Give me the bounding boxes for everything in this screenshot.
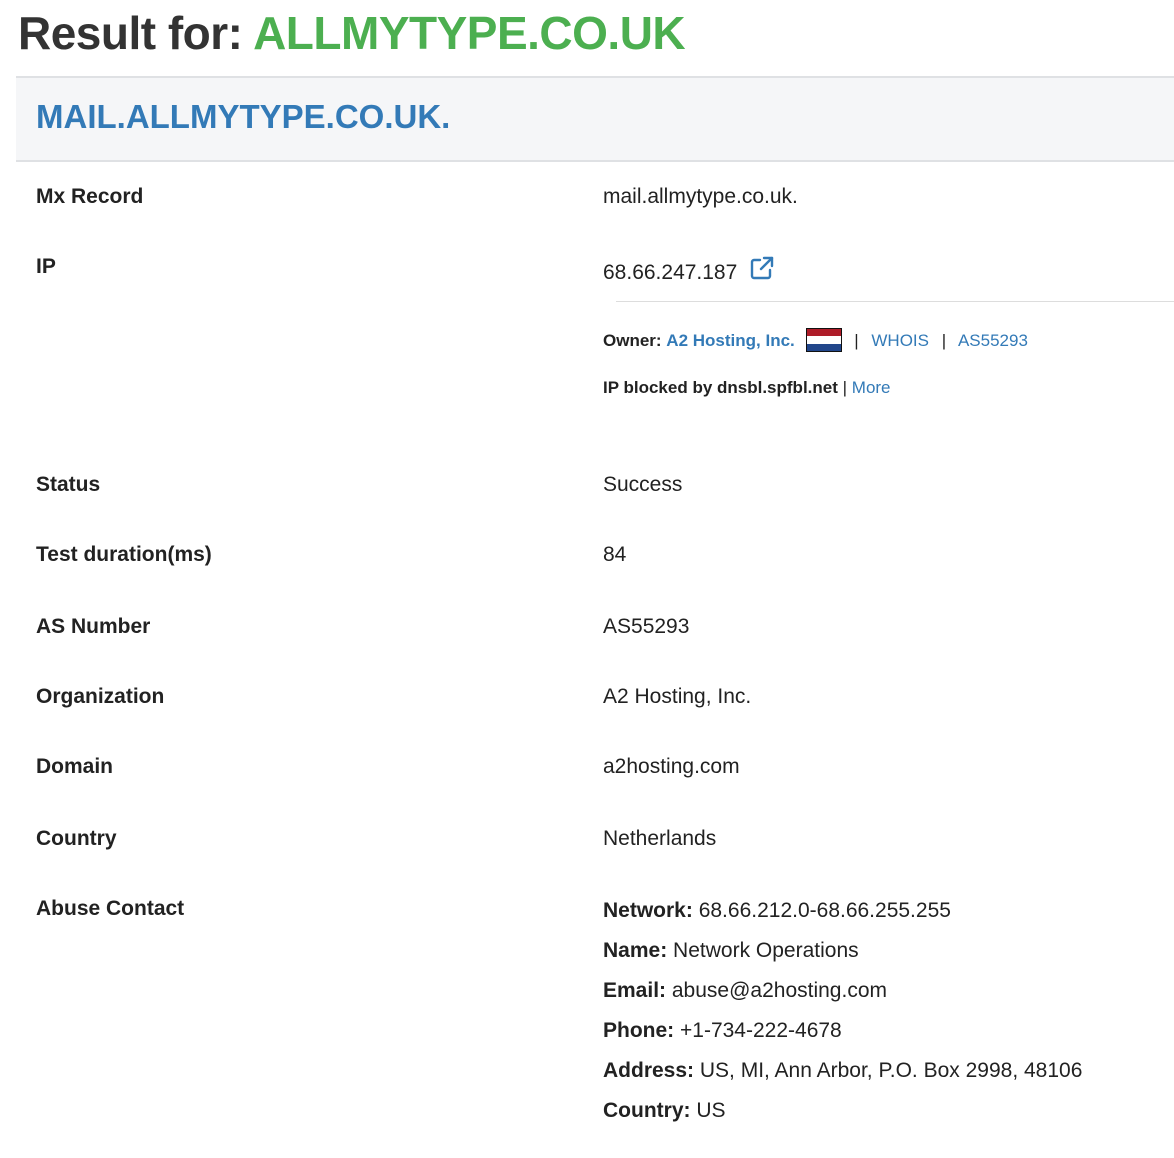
- abuse-address: Address: US, MI, Ann Arbor, P.O. Box 299…: [603, 1057, 1082, 1097]
- mx-record-value: mail.allmytype.co.uk.: [603, 185, 798, 208]
- abuse-contact-label: Abuse Contact: [36, 897, 185, 920]
- mx-record-label: Mx Record: [36, 185, 144, 208]
- abuse-phone-key: Phone:: [603, 1019, 675, 1042]
- abuse-name: Name: Network Operations: [603, 937, 1082, 977]
- more-link[interactable]: More: [852, 378, 891, 397]
- abuse-name-value: Network Operations: [673, 939, 859, 962]
- mx-host-title: MAIL.ALLMYTYPE.CO.UK.: [36, 98, 451, 135]
- country-value: Netherlands: [603, 827, 717, 850]
- abuse-network: Network: 68.66.212.0-68.66.255.255: [603, 897, 1082, 937]
- whois-link[interactable]: WHOIS: [871, 331, 929, 350]
- separator: |: [854, 331, 859, 350]
- abuse-phone-value: +1-734-222-4678: [680, 1019, 842, 1042]
- abuse-name-key: Name:: [603, 939, 668, 962]
- test-duration-value: 84: [603, 543, 627, 566]
- abuse-country-key: Country:: [603, 1099, 691, 1122]
- status-label: Status: [36, 473, 101, 496]
- as-number-label: AS Number: [36, 615, 151, 638]
- abuse-email: Email: abuse@a2hosting.com: [603, 977, 1082, 1017]
- result-prefix: Result for:: [18, 7, 243, 59]
- netherlands-flag-icon: [805, 328, 842, 352]
- as-number-value: AS55293: [603, 615, 690, 638]
- mx-host-header: MAIL.ALLMYTYPE.CO.UK.: [16, 76, 1174, 162]
- blacklist-line: IP blocked by dnsbl.spfbl.net | More: [603, 378, 891, 398]
- abuse-email-key: Email:: [603, 979, 667, 1002]
- abuse-address-key: Address:: [603, 1059, 695, 1082]
- asn-link[interactable]: AS55293: [958, 331, 1028, 350]
- separator: |: [941, 331, 947, 350]
- ip-value: 68.66.247.187: [603, 261, 738, 284]
- owner-line: Owner: A2 Hosting, Inc. | WHOIS | AS5529…: [603, 328, 1028, 352]
- abuse-phone: Phone: +1-734-222-4678: [603, 1017, 1082, 1057]
- abuse-network-key: Network:: [603, 899, 693, 922]
- abuse-contact-details: Network: 68.66.212.0-68.66.255.255 Name:…: [603, 897, 1082, 1137]
- country-label: Country: [36, 827, 117, 850]
- owner-link[interactable]: A2 Hosting, Inc.: [666, 331, 794, 350]
- abuse-email-value: abuse@a2hosting.com: [671, 979, 887, 1002]
- ip-divider: [616, 301, 1174, 302]
- separator: |: [842, 378, 848, 397]
- result-domain: ALLMYTYPE.CO.UK: [253, 7, 686, 59]
- status-value: Success: [603, 473, 683, 496]
- abuse-country: Country: US: [603, 1097, 1082, 1137]
- test-duration-label: Test duration(ms): [36, 543, 212, 566]
- external-link-icon[interactable]: [749, 255, 775, 281]
- ip-value-container: 68.66.247.187: [603, 255, 775, 285]
- domain-value: a2hosting.com: [603, 755, 740, 778]
- ip-label: IP: [36, 255, 56, 278]
- owner-label: Owner:: [603, 331, 662, 350]
- organization-value: A2 Hosting, Inc.: [603, 685, 752, 708]
- abuse-network-value: 68.66.212.0-68.66.255.255: [698, 899, 951, 922]
- page-title: Result for: ALLMYTYPE.CO.UK: [18, 6, 686, 60]
- abuse-address-value: US, MI, Ann Arbor, P.O. Box 2998, 48106: [699, 1059, 1083, 1082]
- blacklist-text: IP blocked by dnsbl.spfbl.net: [603, 378, 838, 397]
- domain-label: Domain: [36, 755, 114, 778]
- abuse-country-value: US: [696, 1099, 726, 1122]
- organization-label: Organization: [36, 685, 165, 708]
